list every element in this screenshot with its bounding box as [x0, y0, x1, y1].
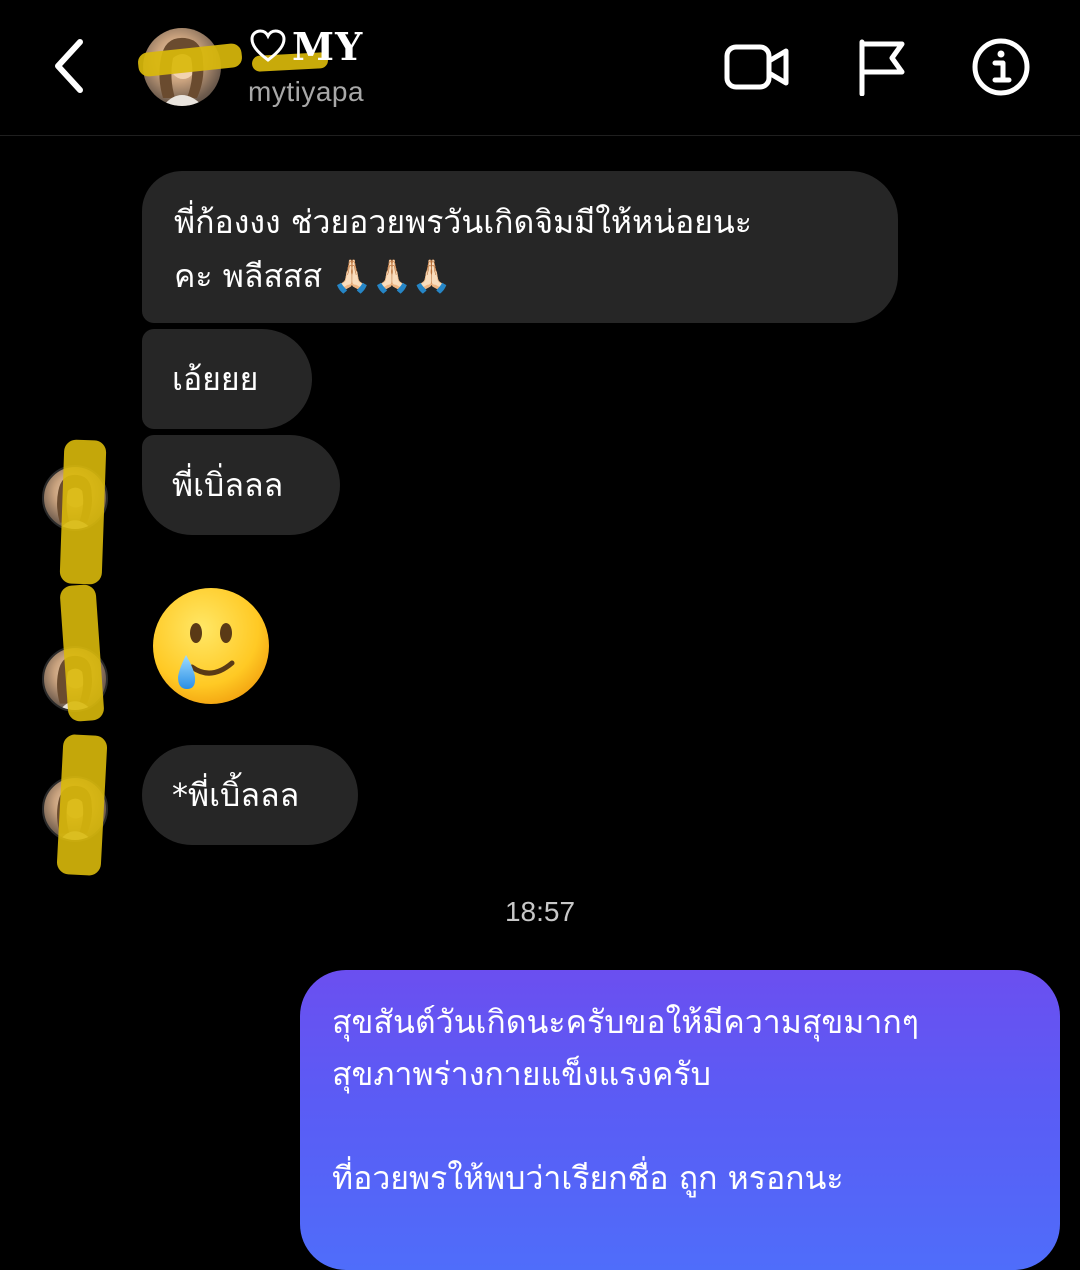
incoming-message[interactable]: เอ้ยยย	[142, 329, 312, 429]
flag-icon	[859, 39, 905, 96]
message-text: *พี่เบิ้ลลล	[172, 776, 300, 814]
message-text: พี่ก้องงง ช่วยอวยพรวันเกิดจิมมีให้หน่อยน…	[174, 203, 752, 295]
heart-outline-icon	[250, 29, 286, 62]
redaction-scribble	[56, 733, 108, 877]
message-timestamp: 18:57	[504, 896, 576, 927]
report-button[interactable]	[846, 32, 916, 102]
back-button[interactable]	[40, 28, 100, 104]
message-text-line: สุขสันต์วันเกิดนะครับขอให้มีความสุขมากๆ	[332, 1003, 919, 1041]
incoming-message[interactable]: พี่ก้องงง ช่วยอวยพรวันเกิดจิมมีให้หน่อยน…	[142, 171, 898, 323]
video-call-icon	[724, 44, 789, 90]
back-icon	[55, 39, 83, 93]
contact-name-text: MY	[292, 23, 364, 69]
info-icon	[972, 38, 1030, 96]
message-text: เอ้ยยย	[172, 360, 259, 398]
outgoing-message[interactable]: สุขสันต์วันเกิดนะครับขอให้มีความสุขมากๆ …	[300, 970, 1060, 1270]
incoming-message[interactable]: *พี่เบิ้ลลล	[142, 745, 358, 845]
message-text-line: สุขภาพร่างกายแข็งแรงครับ	[332, 1055, 711, 1093]
chat-header: MY mytiyapa	[0, 0, 1080, 136]
contact-name[interactable]: MY	[250, 23, 364, 69]
video-call-button[interactable]	[722, 32, 792, 102]
incoming-message[interactable]: พี่เบิ่ลลล	[142, 435, 340, 535]
message-text: พี่เบิ่ลลล	[172, 466, 284, 504]
info-button[interactable]	[966, 32, 1036, 102]
contact-handle: mytiyapa	[248, 76, 365, 107]
message-text-line: ที่อวยพรให้พบว่าเรียกชื่อ ถูก หรอกนะ	[332, 1159, 844, 1197]
redaction-scribble	[59, 439, 107, 585]
message-line-break	[332, 1100, 1030, 1152]
smiling-face-with-tear-icon[interactable]	[150, 585, 272, 707]
